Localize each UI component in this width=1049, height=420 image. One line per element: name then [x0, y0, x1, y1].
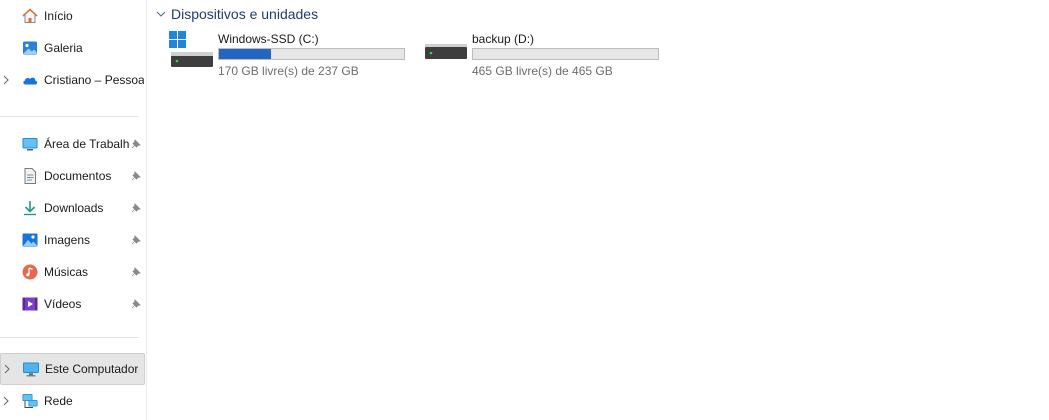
drive-usage-bar: [472, 48, 659, 60]
drive-item-c[interactable]: Windows-SSD (C:) 170 GB livre(s) de 237 …: [168, 30, 418, 80]
pin-icon[interactable]: [131, 299, 141, 309]
pin-icon[interactable]: [131, 235, 141, 245]
hard-drive-icon: [425, 44, 467, 59]
sidebar-item-imagens[interactable]: Imagens: [0, 225, 145, 255]
sidebar-item-downloads[interactable]: Downloads: [0, 193, 145, 223]
sidebar-item-label: Este Computador: [45, 362, 139, 376]
drive-free-space: 170 GB livre(s) de 237 GB: [218, 64, 359, 78]
pin-icon[interactable]: [131, 171, 141, 181]
drive-usage-bar: [218, 48, 405, 60]
videos-icon: [22, 297, 38, 311]
music-icon: [22, 264, 38, 280]
drive-name: Windows-SSD (C:): [218, 32, 319, 46]
sidebar-item-label: Galeria: [44, 41, 83, 55]
desktop-icon: [22, 138, 38, 151]
documents-icon: [24, 168, 36, 184]
sidebar-item-label: Área de Trabalho: [44, 137, 130, 151]
sidebar-item-label: Imagens: [44, 233, 91, 247]
pictures-icon: [22, 233, 38, 247]
sidebar-item-videos[interactable]: Vídeos: [0, 289, 145, 319]
sidebar-item-onedrive[interactable]: Cristiano – Pessoal: [0, 65, 145, 95]
sidebar-item-musicas[interactable]: Músicas: [0, 257, 145, 287]
drive-item-d[interactable]: backup (D:) 465 GB livre(s) de 465 GB: [422, 30, 672, 80]
pin-icon[interactable]: [131, 267, 141, 277]
chevron-right-icon[interactable]: [2, 75, 10, 85]
sidebar-item-inicio[interactable]: Início: [0, 1, 145, 31]
drive-name: backup (D:): [472, 32, 535, 46]
home-icon: [22, 8, 38, 23]
windows-drive-icon: [169, 31, 213, 67]
sidebar-item-label: Documentos: [44, 169, 112, 183]
chevron-right-icon[interactable]: [3, 364, 11, 374]
sidebar-item-label: Vídeos: [44, 297, 82, 311]
sidebar-item-label: Músicas: [44, 265, 89, 279]
sidebar-item-label: Cristiano – Pessoal: [44, 73, 144, 87]
network-icon: [22, 394, 38, 408]
sidebar-item-documentos[interactable]: Documentos: [0, 161, 145, 191]
pin-icon[interactable]: [131, 203, 141, 213]
gallery-icon: [23, 41, 37, 55]
sidebar-item-galeria[interactable]: Galeria: [0, 33, 145, 63]
sidebar-item-rede[interactable]: Rede: [0, 386, 145, 416]
downloads-icon: [24, 201, 36, 216]
sidebar-item-label: Rede: [44, 394, 73, 408]
chevron-down-icon[interactable]: [155, 8, 167, 20]
group-header-devices[interactable]: Dispositivos e unidades: [155, 4, 318, 24]
sidebar-item-area-de-trabalho[interactable]: Área de Trabalho: [0, 129, 145, 159]
file-explorer: Início Galeria Cristiano – Pessoal Área …: [0, 0, 1049, 420]
sidebar-item-label: Downloads: [44, 201, 104, 215]
sidebar-divider: [0, 337, 139, 338]
chevron-right-icon[interactable]: [2, 396, 10, 406]
onedrive-cloud-icon: [23, 77, 38, 85]
sidebar-divider: [0, 116, 139, 117]
navigation-pane: Início Galeria Cristiano – Pessoal Área …: [0, 0, 147, 420]
this-pc-icon: [23, 362, 39, 377]
drive-free-space: 465 GB livre(s) de 465 GB: [472, 64, 613, 78]
pin-icon[interactable]: [131, 139, 141, 149]
sidebar-item-label: Início: [44, 9, 73, 23]
group-title: Dispositivos e unidades: [171, 6, 319, 22]
sidebar-item-este-computador[interactable]: Este Computador: [0, 353, 145, 385]
drive-usage-fill: [219, 49, 272, 59]
